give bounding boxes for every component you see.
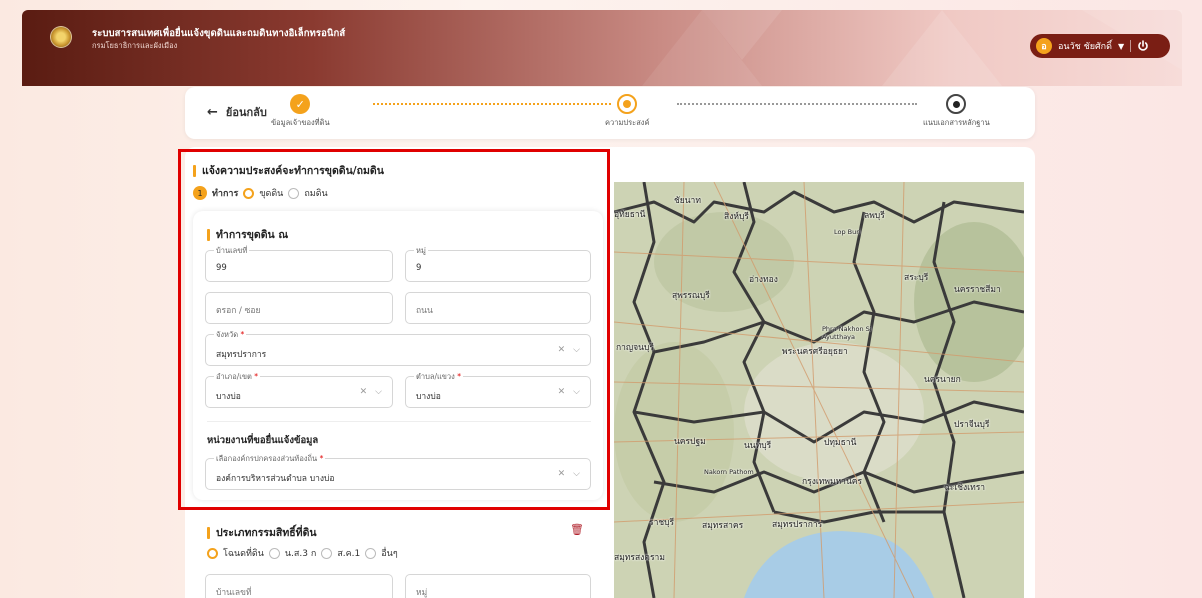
chevron-down-icon[interactable]: ⌵ xyxy=(573,469,580,479)
map-terrain xyxy=(614,182,1024,598)
arrow-left-icon: ← xyxy=(207,104,218,120)
house-no-field[interactable]: บ้านเลขที่ 99 xyxy=(205,245,393,282)
province-select[interactable]: จังหวัด * สมุทรปราการ ✕ ⌵ xyxy=(205,329,591,366)
radio-other[interactable] xyxy=(365,547,377,559)
user-menu[interactable]: อ อนวัช ชัยศักดิ์ ▼ xyxy=(1030,34,1170,58)
step-connector xyxy=(677,103,917,105)
clear-icon[interactable]: ✕ xyxy=(558,469,566,479)
chevron-down-icon[interactable]: ⌵ xyxy=(375,387,382,397)
radio-fill-label[interactable]: ถมดิน xyxy=(304,186,327,200)
radio-sk1-label[interactable]: ส.ค.1 xyxy=(337,546,360,560)
radio-chanote-label[interactable]: โฉนดที่ดิน xyxy=(223,546,264,560)
road-field[interactable]: ถนน xyxy=(405,292,591,324)
action-label: ทำการ xyxy=(212,189,239,199)
department-logo xyxy=(50,26,72,48)
land-rights-radio-group: โฉนดที่ดิน น.ส.3 ก ส.ค.1 อื่นๆ xyxy=(207,546,398,560)
back-label: ย้อนกลับ xyxy=(225,106,267,119)
app-title: ระบบสารสนเทศเพื่อยื่นแจ้งขุดดินและถมดินท… xyxy=(92,28,346,39)
step-label: แนบเอกสารหลักฐาน xyxy=(923,118,990,127)
district-select[interactable]: อำเภอ/เขต * บางบ่อ ✕ ⌵ xyxy=(205,371,393,408)
agency-title: หน่วยงานที่ขอยื่นแจ้งข้อมูล xyxy=(207,435,319,446)
land-rights-title: ประเภทกรรมสิทธิ์ที่ดิน xyxy=(207,524,317,541)
step-owner-info[interactable]: ✓ ข้อมูลเจ้าของที่ดิน xyxy=(271,94,330,129)
chevron-down-icon[interactable]: ▼ xyxy=(1118,42,1124,51)
subdistrict-select[interactable]: ตำบล/แขวง * บางบ่อ ✕ ⌵ xyxy=(405,371,591,408)
radio-dig-label[interactable]: ขุดดิน xyxy=(259,186,283,200)
map-view[interactable]: ชัยนาท อุทัยธานี สิงห์บุรี ลพบุรี Lop Bu… xyxy=(614,182,1024,598)
step-label: ข้อมูลเจ้าของที่ดิน xyxy=(271,118,330,127)
divider xyxy=(207,421,591,422)
item-number-badge: 1 xyxy=(193,186,207,200)
back-button[interactable]: ← ย้อนกลับ xyxy=(207,103,267,121)
check-icon: ✓ xyxy=(290,94,311,114)
moo-field[interactable]: หมู่ 9 xyxy=(405,245,591,282)
clear-icon[interactable]: ✕ xyxy=(360,387,368,397)
org-select[interactable]: เลือกองค์กรปกครองส่วนท้องถิ่น * องค์การบ… xyxy=(205,453,591,490)
step-intention[interactable]: ความประสงค์ xyxy=(605,94,649,129)
location-title: ทำการขุดดิน ณ xyxy=(207,226,288,243)
radio-ns3k[interactable] xyxy=(268,547,280,559)
chevron-down-icon[interactable]: ⌵ xyxy=(573,345,580,355)
radio-dig[interactable] xyxy=(243,187,255,199)
radio-chanote[interactable] xyxy=(207,547,218,559)
app-subtitle: กรมโยธาธิการและผังเมือง xyxy=(92,41,178,50)
current-step-icon xyxy=(617,94,638,114)
app-header xyxy=(22,10,1182,86)
radio-ns3k-label[interactable]: น.ส.3 ก xyxy=(285,546,316,560)
divider xyxy=(1130,40,1132,52)
power-icon[interactable] xyxy=(1137,40,1149,52)
avatar: อ xyxy=(1036,38,1052,54)
land-moo-field[interactable]: หมู่ xyxy=(405,574,591,598)
clear-icon[interactable]: ✕ xyxy=(558,387,566,397)
trash-icon[interactable]: 🗑 xyxy=(570,523,584,536)
step-label: ความประสงค์ xyxy=(605,118,650,127)
progress-stepper: ← ย้อนกลับ ✓ ข้อมูลเจ้าของที่ดิน ความประ… xyxy=(185,87,1035,139)
radio-sk1[interactable] xyxy=(321,547,333,559)
chevron-down-icon[interactable]: ⌵ xyxy=(573,387,580,397)
clear-icon[interactable]: ✕ xyxy=(558,345,566,355)
radio-fill[interactable] xyxy=(288,187,300,199)
step-connector xyxy=(373,103,611,105)
section-title: แจ้งความประสงค์จะทำการขุดดิน/ถมดิน xyxy=(193,162,384,179)
soi-field[interactable]: ตรอก / ซอย xyxy=(205,292,393,324)
action-radio-group: 1 ทำการ ขุดดิน ถมดิน xyxy=(193,186,328,200)
land-house-no-field[interactable]: บ้านเลขที่ xyxy=(205,574,393,598)
pending-step-icon xyxy=(946,94,967,114)
user-name: อนวัช ชัยศักดิ์ xyxy=(1058,42,1112,52)
radio-other-label[interactable]: อื่นๆ xyxy=(381,546,397,560)
step-attachments[interactable]: แนบเอกสารหลักฐาน xyxy=(923,94,990,129)
